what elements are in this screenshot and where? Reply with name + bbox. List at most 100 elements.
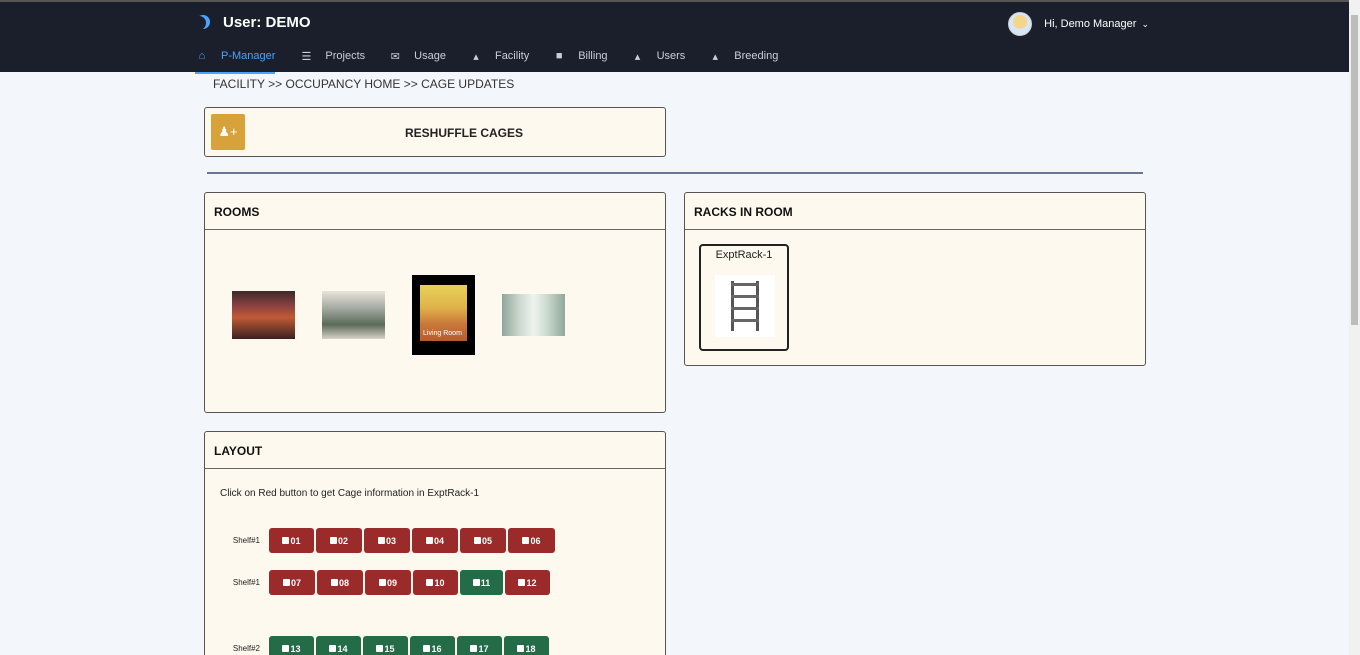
room-caption: Living Room bbox=[423, 330, 462, 337]
cage-button[interactable]: 04 bbox=[412, 528, 458, 553]
cage-button[interactable]: 13 bbox=[269, 636, 314, 655]
cage-button[interactable]: 16 bbox=[410, 636, 455, 655]
checkbox-icon bbox=[517, 645, 525, 652]
cage-button[interactable]: 01 bbox=[269, 528, 314, 553]
nav-label: Projects bbox=[325, 50, 366, 62]
cage-id: 14 bbox=[337, 643, 348, 654]
checkbox-icon bbox=[282, 537, 290, 544]
checkbox-icon bbox=[472, 579, 480, 586]
checkbox-icon bbox=[329, 537, 337, 544]
nav-label: Facility bbox=[494, 50, 530, 62]
checkbox-icon bbox=[473, 537, 481, 544]
cage-button[interactable]: 12 bbox=[505, 570, 550, 595]
rooms-title: ROOMS bbox=[205, 193, 665, 230]
cage-id: 06 bbox=[530, 535, 541, 546]
cage-id: 10 bbox=[434, 577, 445, 588]
checkbox-icon bbox=[330, 579, 338, 586]
room-image-2[interactable] bbox=[322, 291, 385, 339]
shelf-bar bbox=[731, 295, 759, 298]
checkbox-icon bbox=[282, 579, 290, 586]
reshuffle-cages-button[interactable]: ♟+ RESHUFFLE CAGES bbox=[204, 107, 666, 157]
room-image-living-room[interactable]: Living Room bbox=[412, 275, 475, 355]
user-menu[interactable]: Hi, Demo Manager ⌄ bbox=[1008, 12, 1149, 36]
nav-label: Users bbox=[656, 50, 686, 62]
cage-id: 07 bbox=[290, 577, 301, 588]
racks-panel: RACKS IN ROOM ExptRack-1 bbox=[684, 192, 1146, 366]
shelf-row: Shelf#2 13 14 15 16 17 18 bbox=[205, 636, 551, 655]
scrollbar-thumb[interactable] bbox=[1351, 15, 1358, 325]
area-chart-icon: ▴ bbox=[473, 50, 479, 63]
shelf-label: Shelf#2 bbox=[232, 644, 260, 653]
cage-id: 17 bbox=[478, 643, 489, 654]
nav-item-usage[interactable]: ✉ Usage bbox=[388, 46, 446, 66]
shelf-post bbox=[756, 281, 759, 331]
shelf-bar bbox=[731, 283, 759, 286]
cage-button[interactable]: 06 bbox=[508, 528, 555, 553]
app-title: User: DEMO bbox=[223, 14, 311, 31]
nav-label: P-Manager bbox=[221, 50, 276, 62]
shelf-label: Shelf#1 bbox=[232, 578, 260, 587]
cage-id: 18 bbox=[525, 643, 536, 654]
nav-item-p-manager[interactable]: ⌂ P-Manager bbox=[195, 46, 276, 74]
room-image-1[interactable] bbox=[232, 291, 295, 339]
main-nav: ⌂ P-Manager ☰ Projects ✉ Usage ▴ Facilit… bbox=[195, 46, 801, 74]
nav-label: Billing bbox=[578, 50, 608, 62]
wallet-icon: ■ bbox=[555, 50, 563, 62]
cage-button[interactable]: 17 bbox=[457, 636, 502, 655]
cage-id: 02 bbox=[337, 535, 348, 546]
rack-card[interactable]: ExptRack-1 bbox=[699, 244, 789, 351]
shelf-row: Shelf#1 07 08 09 10 11 12 bbox=[205, 570, 552, 595]
cage-button[interactable]: 11 bbox=[460, 570, 503, 595]
breadcrumb: FACILITY >> OCCUPANCY HOME >> CAGE UPDAT… bbox=[213, 77, 515, 91]
layout-panel: LAYOUT Click on Red button to get Cage i… bbox=[204, 431, 666, 655]
nav-item-facility[interactable]: ▴ Facility bbox=[469, 46, 529, 66]
brand[interactable]: User: DEMO bbox=[195, 14, 311, 31]
cage-button[interactable]: 03 bbox=[364, 528, 410, 553]
checkbox-icon bbox=[423, 645, 431, 652]
shelf-label: Shelf#1 bbox=[232, 536, 260, 545]
cage-id: 11 bbox=[480, 577, 491, 588]
shelf-bar bbox=[731, 319, 759, 322]
cage-button[interactable]: 05 bbox=[460, 528, 506, 553]
home-icon: ⌂ bbox=[198, 50, 206, 62]
nav-label: Breeding bbox=[734, 50, 779, 62]
shelf-post bbox=[731, 281, 734, 331]
add-user-icon[interactable]: ♟+ bbox=[211, 114, 245, 150]
cage-id: 12 bbox=[526, 577, 537, 588]
cage-button[interactable]: 15 bbox=[363, 636, 408, 655]
cage-id: 01 bbox=[290, 535, 301, 546]
layout-hint: Click on Red button to get Cage informat… bbox=[220, 488, 480, 499]
nav-item-billing[interactable]: ■ Billing bbox=[552, 46, 608, 66]
nav-item-projects[interactable]: ☰ Projects bbox=[299, 46, 365, 66]
checkbox-icon bbox=[376, 645, 384, 652]
cage-button[interactable]: 09 bbox=[365, 570, 411, 595]
cage-button[interactable]: 08 bbox=[317, 570, 363, 595]
nav-label: Usage bbox=[414, 50, 446, 62]
page-scrollbar[interactable] bbox=[1349, 0, 1360, 655]
checkbox-icon bbox=[522, 537, 530, 544]
shelf-row: Shelf#1 01 02 03 04 05 06 bbox=[205, 528, 557, 553]
nav-item-breeding[interactable]: ▴ Breeding bbox=[708, 46, 779, 66]
cage-id: 13 bbox=[290, 643, 301, 654]
cage-button[interactable]: 02 bbox=[316, 528, 362, 553]
cage-button[interactable]: 07 bbox=[269, 570, 315, 595]
cage-id: 09 bbox=[386, 577, 397, 588]
racks-title: RACKS IN ROOM bbox=[685, 193, 1145, 230]
divider bbox=[207, 172, 1143, 174]
checkbox-icon bbox=[425, 537, 433, 544]
nav-item-users[interactable]: ▴ Users bbox=[631, 46, 686, 66]
cage-button[interactable]: 14 bbox=[316, 636, 361, 655]
layout-title: LAYOUT bbox=[205, 432, 665, 469]
cage-button[interactable]: 18 bbox=[504, 636, 549, 655]
cage-id: 05 bbox=[481, 535, 492, 546]
checkbox-icon bbox=[329, 645, 337, 652]
cage-id: 04 bbox=[433, 535, 444, 546]
cage-button[interactable]: 10 bbox=[413, 570, 458, 595]
tasks-icon: ☰ bbox=[301, 50, 312, 63]
rooms-panel: ROOMS Living Room bbox=[204, 192, 666, 413]
shelf-bar bbox=[731, 307, 759, 310]
room-image-4[interactable] bbox=[502, 294, 565, 336]
checkbox-icon bbox=[518, 579, 526, 586]
cage-id: 15 bbox=[384, 643, 395, 654]
cage-id: 16 bbox=[431, 643, 442, 654]
